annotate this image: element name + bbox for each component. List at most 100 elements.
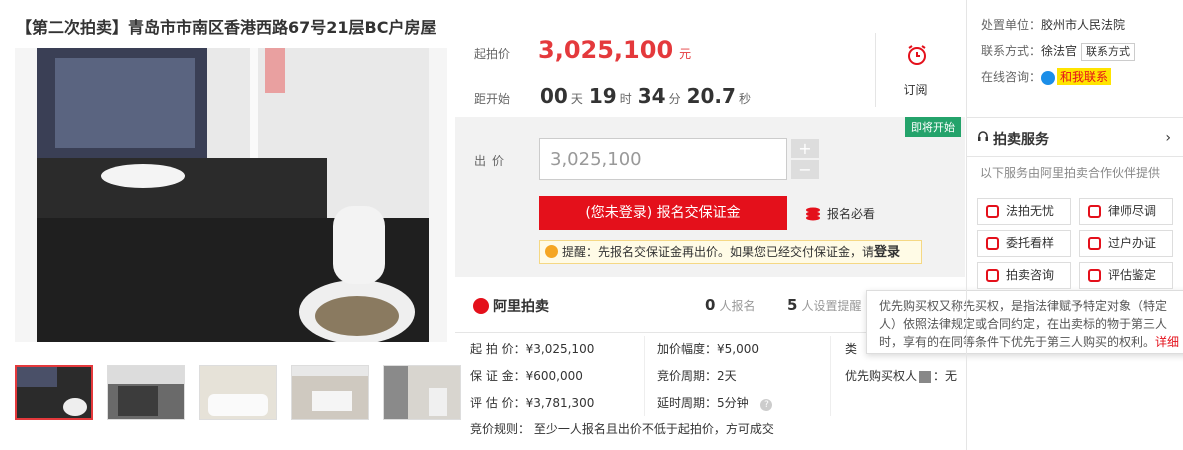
- service-label-3: 委托看样: [1006, 236, 1055, 250]
- service-button-5[interactable]: 拍卖咨询: [977, 262, 1071, 289]
- increase-button[interactable]: +: [791, 139, 819, 158]
- priority-value: ：无: [933, 369, 958, 383]
- service-button-4[interactable]: 过户办证: [1079, 230, 1173, 257]
- right-column-divider: [966, 0, 967, 450]
- service-subtitle: 以下服务由阿里拍卖合作伙伴提供: [980, 166, 1161, 180]
- chat-bubble-icon: [986, 269, 999, 282]
- service-button-3[interactable]: 委托看样: [977, 230, 1071, 257]
- thumbnail-strip: [15, 365, 461, 420]
- subscribe-label: 订阅: [903, 83, 928, 97]
- user-icon: [1088, 237, 1101, 250]
- priority-tooltip: 优先购买权又称先买权，是指法律赋予特定对象（特定人）依照法律规定或合同约定，在出…: [866, 290, 1183, 354]
- detail-start-price: 起 拍 价：¥3,025,100: [470, 342, 595, 356]
- bid-label: 出价: [474, 154, 511, 168]
- bid-panel: 即将开始 出价 + − (您未登录) 报名交保证金 报名必看 提醒：先报名交保证…: [455, 117, 965, 277]
- reminder-label: 人设置提醒: [801, 299, 862, 313]
- service-label-5: 拍卖咨询: [1006, 268, 1055, 282]
- register-deposit-button[interactable]: (您未登录) 报名交保证金: [539, 196, 787, 230]
- priority-icon: [919, 370, 932, 383]
- ali-logo-text: 阿里拍卖: [493, 299, 549, 315]
- reminder-count: 5: [787, 296, 798, 314]
- countdown-second-unit: 秒: [738, 92, 751, 106]
- countdown-label: 距开始: [474, 92, 511, 106]
- countdown-minute-unit: 分: [668, 92, 681, 106]
- signed-count: 0: [705, 296, 716, 314]
- chevron-right-icon: ›: [1165, 130, 1171, 146]
- login-link[interactable]: 登录: [874, 245, 900, 260]
- thumbnail-2[interactable]: [107, 365, 185, 420]
- service-header[interactable]: 拍卖服务 ›: [967, 117, 1183, 157]
- service-label-2: 律师尽调: [1108, 204, 1157, 218]
- detail-rules: 竞价规则： 至少一人报名且出价不低于起拍价，方可成交: [470, 422, 774, 436]
- thumbnail-4[interactable]: [291, 365, 369, 420]
- detail-delay-text: 延时周期：5分钟: [657, 396, 749, 410]
- headset-icon: [978, 131, 988, 141]
- login-tip: 提醒：先报名交保证金再出价。如果您已经交付保证金，请登录: [539, 240, 922, 264]
- chat-icon: [1041, 70, 1056, 85]
- decrease-button[interactable]: −: [791, 160, 819, 179]
- reminder-stat: 5 人设置提醒: [787, 296, 861, 314]
- countdown-hours: 19: [588, 84, 617, 108]
- service-label-4: 过户办证: [1108, 236, 1157, 250]
- details-divider-1: [644, 336, 645, 416]
- court-key: 处置单位：: [981, 18, 1042, 32]
- contact-name: 徐法官: [1041, 44, 1078, 58]
- appraisal-icon: [1088, 269, 1101, 282]
- bid-input[interactable]: [539, 138, 787, 180]
- alarm-clock-icon: [908, 45, 926, 65]
- tooltip-text: 优先购买权又称先买权，是指法律赋予特定对象（特定人）依照法律规定或合同约定，在出…: [879, 299, 1168, 349]
- service-label-6: 评估鉴定: [1108, 268, 1157, 282]
- priority-label[interactable]: 优先购买权人: [845, 369, 917, 383]
- countdown-minutes: 34: [637, 84, 666, 108]
- countdown: 距开始 00 天 19 时 34 分 20.7 秒: [474, 84, 757, 108]
- ali-logo-icon: [473, 298, 489, 314]
- detail-appraisal: 评 估 价：¥3,781,300: [470, 396, 595, 410]
- heart-icon: [986, 205, 999, 218]
- main-photo[interactable]: [15, 48, 447, 342]
- status-badge: 即将开始: [905, 117, 961, 137]
- service-title: 拍卖服务: [993, 132, 1049, 148]
- start-price-row: 起拍价 3,025,100 元: [474, 36, 691, 64]
- start-price-unit: 元: [679, 47, 692, 61]
- tooltip-detail-link[interactable]: 详细: [1155, 335, 1179, 349]
- service-button-2[interactable]: 律师尽调: [1079, 198, 1173, 225]
- service-button-1[interactable]: 法拍无忧: [977, 198, 1071, 225]
- chat-button[interactable]: 和我联系: [1057, 68, 1112, 85]
- signed-label: 人报名: [719, 299, 756, 313]
- contact-row: 联系方式：徐法官 联系方式: [981, 42, 1136, 61]
- ali-auction-logo: 阿里拍卖: [473, 296, 549, 316]
- countdown-hour-unit: 时: [619, 92, 632, 106]
- location-icon: [986, 237, 999, 250]
- countdown-seconds: 20.7: [686, 84, 736, 108]
- contact-button[interactable]: 联系方式: [1081, 43, 1136, 61]
- coins-icon: [806, 207, 820, 220]
- thumbnail-5[interactable]: [383, 365, 461, 420]
- signed-stat: 0 人报名: [705, 296, 755, 314]
- thumbnail-1[interactable]: [15, 365, 93, 420]
- online-key: 在线咨询：: [981, 70, 1042, 84]
- must-read-link[interactable]: 报名必看: [805, 205, 875, 222]
- start-price-label: 起拍价: [474, 47, 511, 61]
- subscribe-button[interactable]: 订阅: [875, 33, 955, 107]
- court-row: 处置单位：胶州市人民法院: [981, 16, 1125, 33]
- help-icon[interactable]: ?: [760, 399, 773, 411]
- detail-increment: 加价幅度：¥5,000: [657, 342, 759, 356]
- detail-priority: 优先购买权人 ：无: [845, 367, 957, 384]
- detail-cycle: 竞价周期：2天: [657, 369, 737, 383]
- tip-text: 提醒：先报名交保证金再出价。如果您已经交付保证金，请: [562, 245, 875, 259]
- contact-key: 联系方式：: [981, 44, 1042, 58]
- online-row: 在线咨询： 和我联系: [981, 68, 1112, 85]
- must-read-label: 报名必看: [827, 207, 876, 221]
- start-price-value: 3,025,100: [538, 36, 674, 64]
- service-button-6[interactable]: 评估鉴定: [1079, 262, 1173, 289]
- lawyer-icon: [1088, 205, 1101, 218]
- thumbnail-3[interactable]: [199, 365, 277, 420]
- countdown-days: 00: [540, 84, 568, 108]
- countdown-day-unit: 天: [570, 92, 583, 106]
- lightbulb-icon: [545, 245, 558, 258]
- court-value[interactable]: 胶州市人民法院: [1041, 18, 1125, 32]
- detail-delay: 延时周期：5分钟 ?: [657, 394, 773, 411]
- service-label-1: 法拍无忧: [1006, 204, 1055, 218]
- detail-deposit: 保 证 金：¥600,000: [470, 369, 583, 383]
- details-divider-2: [830, 336, 831, 416]
